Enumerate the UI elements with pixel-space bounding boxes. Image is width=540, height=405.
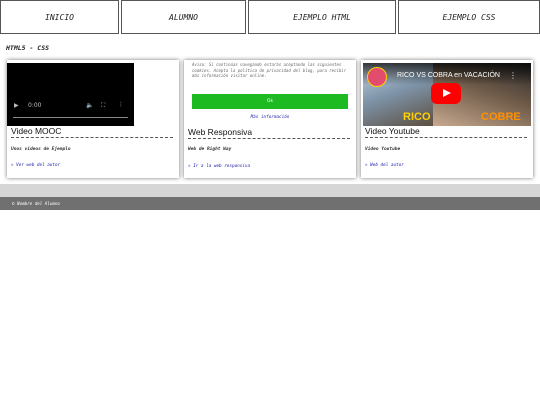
thumbnail-text-right: COBRE bbox=[481, 111, 521, 123]
card-description: Video Youtube bbox=[365, 147, 401, 152]
consent-accept-button[interactable]: Ok bbox=[192, 94, 348, 109]
responsive-web-link[interactable]: » Ir a la web responsiva bbox=[188, 164, 250, 169]
card-description: Web de Right Way bbox=[188, 147, 232, 152]
kebab-menu-icon[interactable]: ⋮ bbox=[509, 71, 517, 80]
nav-ejemplo-css[interactable]: EJEMPLO CSS bbox=[398, 0, 540, 34]
nav-alumno[interactable]: ALUMNO bbox=[121, 0, 246, 34]
youtube-embed[interactable]: RICO VS COBRA en VACACIÓN ⋮ RICO COBRE bbox=[363, 63, 531, 126]
thumbnail-text-left: RICO bbox=[403, 111, 431, 123]
youtube-play-button[interactable] bbox=[431, 83, 461, 104]
section-divider bbox=[0, 184, 540, 197]
card-title: Video Youtube bbox=[365, 126, 527, 138]
card-title: Video MOOC bbox=[11, 126, 173, 138]
video-progress-bar[interactable] bbox=[13, 117, 128, 118]
cookie-consent: Aviso: Si continúas navegando estarás ac… bbox=[184, 60, 356, 127]
more-info-link[interactable]: Más información bbox=[192, 115, 348, 120]
footer-text: © Nombre del Alumno bbox=[12, 201, 60, 206]
top-navigation: INICIO ALUMNO EJEMPLO HTML EJEMPLO CSS bbox=[0, 0, 540, 36]
volume-icon[interactable]: 🔈 bbox=[86, 102, 93, 109]
play-icon[interactable]: ▶ bbox=[14, 102, 19, 109]
fullscreen-icon[interactable]: ⛶ bbox=[101, 102, 105, 110]
page-title: HTML5 - CSS bbox=[6, 44, 50, 52]
card-description: Unos videos de Ejemplo bbox=[11, 147, 71, 152]
video-time: 0:00 bbox=[28, 102, 42, 109]
youtube-video-title[interactable]: RICO VS COBRA en VACACIÓN bbox=[397, 72, 500, 79]
author-link[interactable]: » Web del autor bbox=[365, 163, 404, 168]
more-options-icon[interactable]: ⋮ bbox=[118, 101, 124, 108]
channel-avatar[interactable] bbox=[367, 67, 387, 87]
footer: © Nombre del Alumno bbox=[0, 197, 540, 210]
consent-text: Aviso: Si continúas navegando estarás ac… bbox=[192, 62, 347, 78]
card-title: Web Responsiva bbox=[188, 127, 350, 139]
video-player[interactable]: ▶ 0:00 🔈 ⛶ ⋮ bbox=[7, 63, 134, 126]
author-link[interactable]: » Ver web del autor bbox=[11, 163, 60, 168]
nav-ejemplo-html[interactable]: EJEMPLO HTML bbox=[248, 0, 396, 34]
nav-inicio[interactable]: INICIO bbox=[0, 0, 119, 34]
